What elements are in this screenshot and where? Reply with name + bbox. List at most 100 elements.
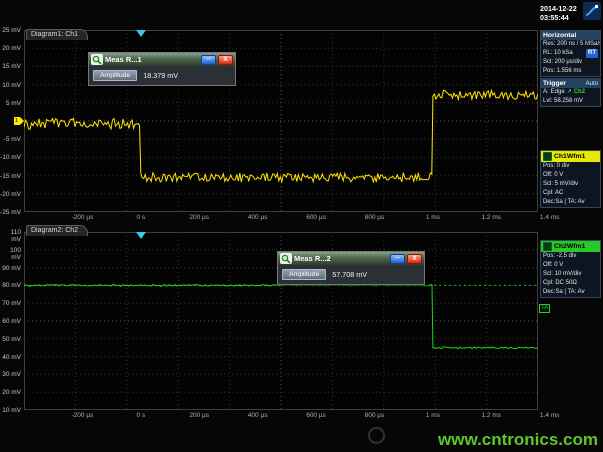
measurement-value: 57.708 mV bbox=[332, 270, 367, 279]
x-axis-label: 0 s bbox=[136, 412, 145, 419]
x-axis-label: 1 ms bbox=[426, 214, 440, 221]
y-axis-label: 70 mV bbox=[0, 300, 21, 307]
y-axis-label: 30 mV bbox=[0, 371, 21, 378]
x-axis-label: 600 µs bbox=[306, 412, 326, 419]
x-axis-label: 800 µs bbox=[365, 214, 385, 221]
popup2-titlebar[interactable]: Meas R...2 – X bbox=[278, 252, 424, 265]
x-axis-label: 200 µs bbox=[189, 214, 209, 221]
popup2-body: Amplitude 57.708 mV bbox=[278, 265, 424, 284]
y-axis-label: 10 mV bbox=[0, 407, 21, 414]
ch2-panel-header[interactable]: Ch2Wfm1 bbox=[541, 241, 600, 252]
ch1-panel-header[interactable]: Ch1Wfm1 bbox=[541, 151, 600, 162]
x-axis-label: 800 µs bbox=[365, 412, 385, 419]
horizontal-scale: Scl: 200 µs/div bbox=[543, 58, 582, 67]
measurement-param[interactable]: Amplitude bbox=[93, 70, 137, 81]
trigger-level: Lvl: 58.258 mV bbox=[543, 97, 583, 106]
time-label: 03:55:44 bbox=[540, 14, 581, 23]
measurement-magnifier-icon bbox=[280, 253, 292, 264]
ch1-coupling: Cpl: AC bbox=[543, 189, 563, 198]
ch1-scale: Scl: 5 mV/div bbox=[543, 180, 578, 189]
trigger-mode: Auto bbox=[586, 81, 598, 87]
y-axis-label: 5 mV bbox=[0, 100, 21, 107]
ch2-offset: Off: 0 V bbox=[543, 261, 563, 270]
tab-diagram2[interactable]: Diagram2: Ch2 bbox=[26, 225, 88, 236]
x-axis-label: 1.2 ms bbox=[482, 412, 502, 419]
trigger-panel[interactable]: Trigger Auto A: Edge ↗ Ch2 Lvl: 58.258 m… bbox=[540, 78, 601, 107]
ch1-decimation: Dec:Sa | TA: Av bbox=[543, 198, 585, 207]
tab-diagram1[interactable]: Diagram1: Ch1 bbox=[26, 29, 88, 40]
ch1-waveform-panel[interactable]: Ch1Wfm1 Pos: 0 div Off: 0 V Scl: 5 mV/di… bbox=[540, 150, 601, 208]
measurement-magnifier-icon bbox=[91, 54, 103, 65]
y-axis-label: 20 mV bbox=[0, 389, 21, 396]
x-axis-label: 1.4 ms bbox=[540, 412, 560, 419]
y-axis-label: 40 mV bbox=[0, 354, 21, 361]
horizontal-panel-header[interactable]: Horizontal bbox=[541, 31, 600, 40]
oscilloscope-screen: Diagram1: Ch1 25 mV 20 mV 15 mV 10 mV 5 mV -5… bbox=[0, 0, 603, 452]
ch2-coupling: Cpl: DC 50Ω bbox=[543, 279, 577, 288]
y-axis-label: 100 mV bbox=[0, 247, 21, 261]
rising-edge-icon: ↗ bbox=[567, 88, 572, 97]
horizontal-title: Horizontal bbox=[543, 32, 576, 39]
ch2-waveform-panel[interactable]: Ch2Wfm1 Pos: -2.5 div Off: 0 V Scl: 10 m… bbox=[540, 240, 601, 298]
waveform-state-icon bbox=[543, 152, 552, 161]
watermark: www.cntronics.com bbox=[438, 430, 598, 450]
x-axis-label: 400 µs bbox=[248, 214, 268, 221]
trigger-source: Ch2 bbox=[574, 88, 585, 97]
ch1-panel-title: Ch1Wfm1 bbox=[554, 153, 585, 160]
y-axis-label: -5 mV bbox=[0, 136, 21, 143]
y-axis-label: 50 mV bbox=[0, 336, 21, 343]
measurement-value: 18.379 mV bbox=[143, 71, 178, 80]
trigger-average-marker[interactable]: TA bbox=[539, 304, 550, 313]
x-axis-label: 1.2 ms bbox=[482, 214, 502, 221]
close-button[interactable]: X bbox=[218, 55, 233, 65]
x-axis-label: 1 ms bbox=[426, 412, 440, 419]
trigger-position-marker[interactable] bbox=[136, 30, 146, 37]
minimize-button[interactable]: – bbox=[201, 55, 216, 65]
trigger-a-label: A: bbox=[543, 88, 549, 97]
horizontal-resolution: Res: 200 ns / 5 MSa/s bbox=[543, 40, 600, 49]
measurement-popup-2[interactable]: Meas R...2 – X Amplitude 57.708 mV bbox=[277, 251, 425, 285]
diagram1: Diagram1: Ch1 25 mV 20 mV 15 mV 10 mV 5 mV -5… bbox=[0, 0, 603, 222]
y-axis-label: -15 mV bbox=[0, 173, 21, 180]
popup1-titlebar[interactable]: Meas R...1 – X bbox=[89, 53, 235, 66]
x-axis-label: 0 s bbox=[136, 214, 145, 221]
ch2-scale: Scl: 10 mV/div bbox=[543, 270, 581, 279]
waveform-state-icon bbox=[543, 242, 552, 251]
x-axis-label: 400 µs bbox=[248, 412, 268, 419]
x-axis-label: 1.4 ms bbox=[540, 214, 560, 221]
y-axis-label: 90 mV bbox=[0, 265, 21, 272]
datetime-box: 2014-12-22 03:55:44 bbox=[540, 2, 601, 25]
y-axis-label: 15 mV bbox=[0, 63, 21, 70]
popup2-title: Meas R...2 bbox=[294, 254, 388, 263]
ch2-panel-title: Ch2Wfm1 bbox=[554, 243, 585, 250]
channel-offset-marker[interactable]: 1 bbox=[14, 117, 24, 125]
y-axis-label: -10 mV bbox=[0, 154, 21, 161]
trigger-panel-header[interactable]: Trigger Auto bbox=[541, 79, 600, 88]
popup1-title: Meas R...1 bbox=[105, 55, 199, 64]
trigger-type: Edge bbox=[551, 88, 565, 97]
rohde-schwarz-logo bbox=[583, 2, 601, 25]
y-axis-label: 80 mV bbox=[0, 282, 21, 289]
y-axis-label: 110 mV bbox=[0, 229, 21, 243]
y-axis-label: -20 mV bbox=[0, 191, 21, 198]
cntronics-logo bbox=[368, 427, 385, 444]
x-axis-label: -200 µs bbox=[72, 412, 94, 419]
horizontal-panel[interactable]: Horizontal Res: 200 ns / 5 MSa/s RL: 10 … bbox=[540, 30, 601, 77]
realtime-badge: RT bbox=[586, 49, 598, 58]
horizontal-position: Pos: 1.556 ms bbox=[543, 67, 581, 76]
minimize-button[interactable]: – bbox=[390, 254, 405, 264]
y-axis-label: 60 mV bbox=[0, 318, 21, 325]
close-button[interactable]: X bbox=[407, 254, 422, 264]
measurement-popup-1[interactable]: Meas R...1 – X Amplitude 18.379 mV bbox=[88, 52, 236, 86]
trigger-position-marker[interactable] bbox=[136, 232, 146, 239]
y-axis-label: 20 mV bbox=[0, 45, 21, 52]
x-axis-label: 600 µs bbox=[306, 214, 326, 221]
trigger-title: Trigger bbox=[543, 80, 566, 87]
measurement-param[interactable]: Amplitude bbox=[282, 269, 326, 280]
x-axis-label: 200 µs bbox=[189, 412, 209, 419]
y-axis-label: 25 mV bbox=[0, 27, 21, 34]
horizontal-record-length: RL: 10 kSa bbox=[543, 49, 573, 58]
popup1-body: Amplitude 18.379 mV bbox=[89, 66, 235, 85]
y-axis-label: 10 mV bbox=[0, 82, 21, 89]
ch2-position: Pos: -2.5 div bbox=[543, 252, 576, 261]
